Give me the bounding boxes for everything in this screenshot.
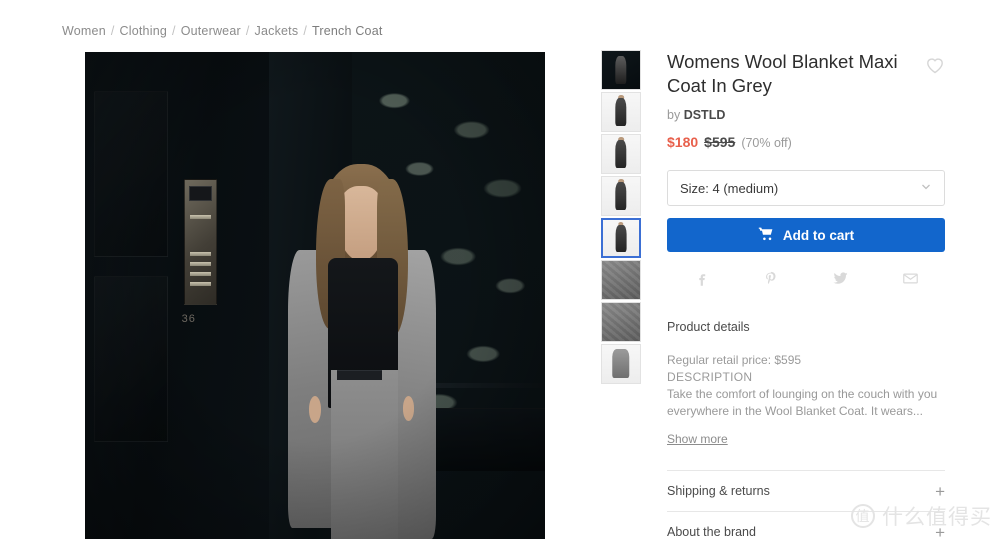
thumbnail-7[interactable]	[601, 302, 641, 342]
breadcrumb-separator: /	[172, 24, 176, 38]
thumbnail-1[interactable]	[601, 50, 641, 90]
product-details-body: Regular retail price: $595 DESCRIPTION T…	[667, 352, 945, 448]
breadcrumb-item-jackets[interactable]: Jackets	[255, 24, 299, 38]
breadcrumb-separator: /	[110, 24, 115, 38]
breadcrumb-item-women[interactable]: Women	[62, 24, 106, 38]
share-row	[667, 269, 945, 292]
chevron-down-icon	[920, 181, 932, 196]
retail-price-line: Regular retail price: $595	[667, 353, 802, 367]
facebook-icon[interactable]	[693, 270, 711, 292]
breadcrumb: Women / Clothing / Outerwear / Jackets /…	[62, 24, 383, 38]
twitter-icon[interactable]	[831, 269, 850, 292]
brand-name[interactable]: DSTLD	[684, 108, 726, 122]
description-text: Take the comfort of lounging on the couc…	[667, 387, 938, 418]
hero-product-image[interactable]: 36	[85, 52, 545, 539]
breadcrumb-item-trench-coat[interactable]: Trench Coat	[312, 24, 383, 38]
breadcrumb-separator: /	[303, 24, 307, 38]
shopping-cart-icon	[758, 226, 774, 245]
accordion-label: Shipping & returns	[667, 484, 770, 498]
thumbnail-6[interactable]	[601, 260, 641, 300]
photo-vignette	[85, 52, 545, 539]
thumbnail-5[interactable]	[601, 218, 641, 258]
original-price: $595	[704, 134, 736, 150]
show-more-link[interactable]: Show more	[667, 431, 728, 448]
hero-photo: 36	[85, 52, 545, 539]
heart-icon[interactable]	[923, 52, 947, 76]
price-row: $180 $595 (70% off)	[667, 134, 945, 150]
thumbnail-2[interactable]	[601, 92, 641, 132]
brand-line: by DSTLD	[667, 108, 945, 122]
accordion-about-the-brand[interactable]: About the brand +	[667, 512, 945, 539]
add-to-cart-label: Add to cart	[782, 227, 855, 243]
plus-icon: +	[935, 522, 945, 539]
breadcrumb-item-clothing[interactable]: Clothing	[120, 24, 167, 38]
plus-icon: +	[935, 481, 945, 501]
by-label: by	[667, 108, 681, 122]
pinterest-icon[interactable]	[762, 270, 780, 292]
thumbnail-8[interactable]	[601, 344, 641, 384]
add-to-cart-button[interactable]: Add to cart	[667, 218, 945, 252]
size-select[interactable]: Size: 4 (medium)	[667, 170, 945, 206]
accordion-shipping-returns[interactable]: Shipping & returns +	[667, 471, 945, 511]
thumbnail-strip	[601, 50, 641, 386]
discount-badge: (70% off)	[741, 136, 792, 150]
size-select-value: Size: 4 (medium)	[680, 180, 779, 196]
breadcrumb-separator: /	[245, 24, 250, 38]
product-info-panel: Womens Wool Blanket Maxi Coat In Grey by…	[667, 50, 945, 539]
breadcrumb-item-outerwear[interactable]: Outerwear	[181, 24, 241, 38]
accordion-label: About the brand	[667, 525, 756, 539]
thumbnail-4[interactable]	[601, 176, 641, 216]
product-page: Women / Clothing / Outerwear / Jackets /…	[0, 0, 1008, 539]
product-details-heading: Product details	[667, 320, 750, 334]
thumbnail-3[interactable]	[601, 134, 641, 174]
email-icon[interactable]	[901, 269, 920, 292]
sale-price: $180	[667, 134, 699, 150]
page-title: Womens Wool Blanket Maxi Coat In Grey	[667, 51, 898, 96]
description-label: DESCRIPTION	[667, 370, 753, 384]
